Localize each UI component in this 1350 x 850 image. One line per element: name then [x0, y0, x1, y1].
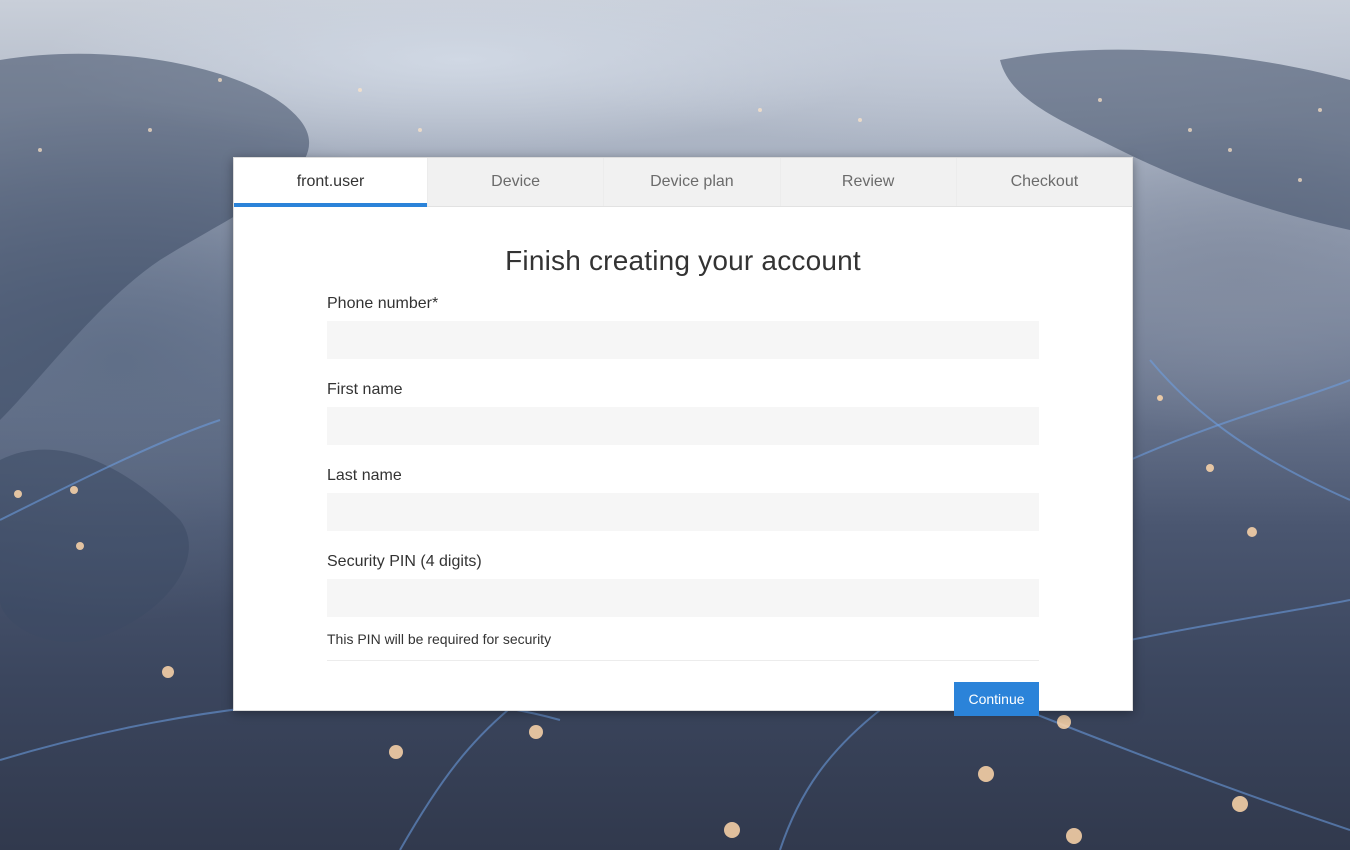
tab-front-user[interactable]: front.user [234, 158, 428, 207]
wizard-tabs: front.user Device Device plan Review Che… [234, 158, 1132, 207]
form-actions: Continue [327, 682, 1039, 716]
pin-label: Security PIN (4 digits) [327, 553, 482, 570]
tab-checkout[interactable]: Checkout [957, 158, 1132, 206]
phone-label: Phone number* [327, 295, 439, 312]
tab-device-plan[interactable]: Device plan [604, 158, 781, 206]
account-setup-dialog: front.user Device Device plan Review Che… [233, 157, 1133, 716]
tab-review[interactable]: Review [781, 158, 957, 206]
last-name-label: Last name [327, 467, 402, 484]
last-name-field[interactable] [327, 493, 1039, 531]
pin-help-text: This PIN will be required for security [327, 631, 552, 647]
tab-label: Checkout [1010, 173, 1079, 190]
form-body: Finish creating your account Phone numbe… [234, 245, 1132, 716]
divider [327, 660, 1039, 661]
phone-field[interactable] [327, 321, 1039, 359]
tab-label: Device [491, 173, 541, 190]
tab-label: front.user [296, 173, 365, 190]
page-title: Finish creating your account [505, 245, 861, 276]
continue-button[interactable]: Continue [954, 682, 1039, 716]
first-name-label: First name [327, 381, 403, 398]
pin-field[interactable] [327, 579, 1039, 617]
first-name-field[interactable] [327, 407, 1039, 445]
tab-device[interactable]: Device [428, 158, 605, 206]
tab-label: Device plan [650, 173, 734, 190]
tab-label: Review [841, 173, 895, 190]
